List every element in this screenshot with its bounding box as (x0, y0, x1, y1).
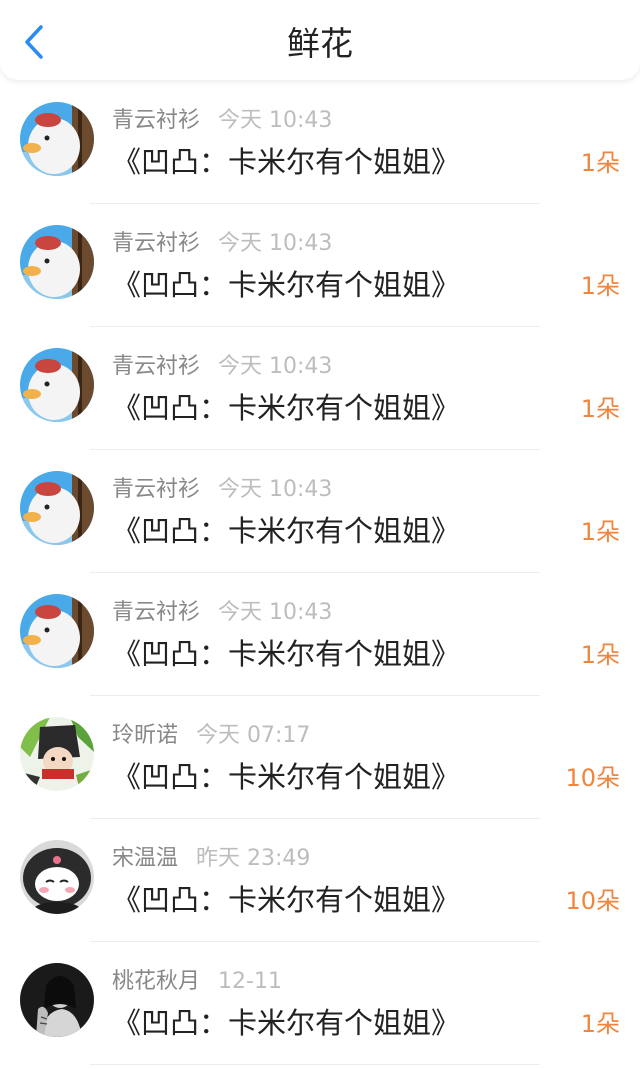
record-meta: 青云衬衫 今天 10:43 (112, 107, 332, 135)
timestamp: 昨天 23:49 (196, 846, 311, 871)
list-item[interactable]: 青云衬衫 今天 10:43 《凹凸：卡米尔有个姐姐》 1朵 (0, 81, 640, 204)
username[interactable]: 青云衬衫 (112, 600, 200, 625)
username[interactable]: 桃花秋月 (112, 969, 200, 994)
flower-count: 1朵 (580, 518, 620, 546)
book-title[interactable]: 《凹凸：卡米尔有个姐姐》 (112, 758, 460, 796)
username[interactable]: 青云衬衫 (112, 231, 200, 256)
flower-count: 1朵 (580, 149, 620, 177)
book-title[interactable]: 《凹凸：卡米尔有个姐姐》 (112, 389, 460, 427)
flower-record-list: 青云衬衫 今天 10:43 《凹凸：卡米尔有个姐姐》 1朵 青云衬衫 今天 10:4… (0, 81, 640, 1065)
record-meta: 宋温温 昨天 23:49 (112, 845, 310, 873)
timestamp: 今天 10:43 (218, 477, 333, 502)
book-title[interactable]: 《凹凸：卡米尔有个姐姐》 (112, 881, 460, 919)
duck-avatar[interactable] (20, 102, 94, 176)
record-meta: 青云衬衫 今天 10:43 (112, 230, 332, 258)
username[interactable]: 青云衬衫 (112, 477, 200, 502)
timestamp: 今天 10:43 (218, 108, 333, 133)
duck-avatar[interactable] (20, 225, 94, 299)
top-bar: 鲜花 (0, 0, 640, 80)
duck-avatar[interactable] (20, 471, 94, 545)
record-meta: 青云衬衫 今天 10:43 (112, 599, 332, 627)
timestamp: 今天 10:43 (218, 600, 333, 625)
divider (90, 1064, 540, 1065)
book-title[interactable]: 《凹凸：卡米尔有个姐姐》 (112, 1004, 460, 1042)
username[interactable]: 宋温温 (112, 846, 178, 871)
book-title[interactable]: 《凹凸：卡米尔有个姐姐》 (112, 635, 460, 673)
book-title[interactable]: 《凹凸：卡米尔有个姐姐》 (112, 143, 460, 181)
book-title[interactable]: 《凹凸：卡米尔有个姐姐》 (112, 266, 460, 304)
timestamp: 今天 10:43 (218, 231, 333, 256)
flower-count: 1朵 (580, 1010, 620, 1038)
book-title[interactable]: 《凹凸：卡米尔有个姐姐》 (112, 512, 460, 550)
username[interactable]: 玲昕诺 (112, 723, 178, 748)
kuromi-avatar[interactable] (20, 840, 94, 914)
list-item[interactable]: 青云衬衫 今天 10:43 《凹凸：卡米尔有个姐姐》 1朵 (0, 573, 640, 696)
timestamp: 12-11 (218, 969, 282, 994)
record-meta: 青云衬衫 今天 10:43 (112, 476, 332, 504)
flower-count: 10朵 (565, 887, 620, 915)
portrait-photo-avatar[interactable] (20, 963, 94, 1037)
record-meta: 青云衬衫 今天 10:43 (112, 353, 332, 381)
flower-count: 1朵 (580, 641, 620, 669)
list-item[interactable]: 青云衬衫 今天 10:43 《凹凸：卡米尔有个姐姐》 1朵 (0, 204, 640, 327)
timestamp: 今天 07:17 (196, 723, 311, 748)
username[interactable]: 青云衬衫 (112, 354, 200, 379)
flower-count: 1朵 (580, 272, 620, 300)
list-item[interactable]: 青云衬衫 今天 10:43 《凹凸：卡米尔有个姐姐》 1朵 (0, 327, 640, 450)
record-meta: 桃花秋月 12-11 (112, 968, 282, 996)
list-item[interactable]: 青云衬衫 今天 10:43 《凹凸：卡米尔有个姐姐》 1朵 (0, 450, 640, 573)
flower-count: 1朵 (580, 395, 620, 423)
duck-avatar[interactable] (20, 348, 94, 422)
timestamp: 今天 10:43 (218, 354, 333, 379)
anime-character-avatar[interactable] (20, 717, 94, 791)
username[interactable]: 青云衬衫 (112, 108, 200, 133)
list-item[interactable]: 桃花秋月 12-11 《凹凸：卡米尔有个姐姐》 1朵 (0, 942, 640, 1065)
flower-count: 10朵 (565, 764, 620, 792)
list-item[interactable]: 宋温温 昨天 23:49 《凹凸：卡米尔有个姐姐》 10朵 (0, 819, 640, 942)
record-meta: 玲昕诺 今天 07:17 (112, 722, 310, 750)
page-title: 鲜花 (287, 24, 353, 63)
duck-avatar[interactable] (20, 594, 94, 668)
list-item[interactable]: 玲昕诺 今天 07:17 《凹凸：卡米尔有个姐姐》 10朵 (0, 696, 640, 819)
